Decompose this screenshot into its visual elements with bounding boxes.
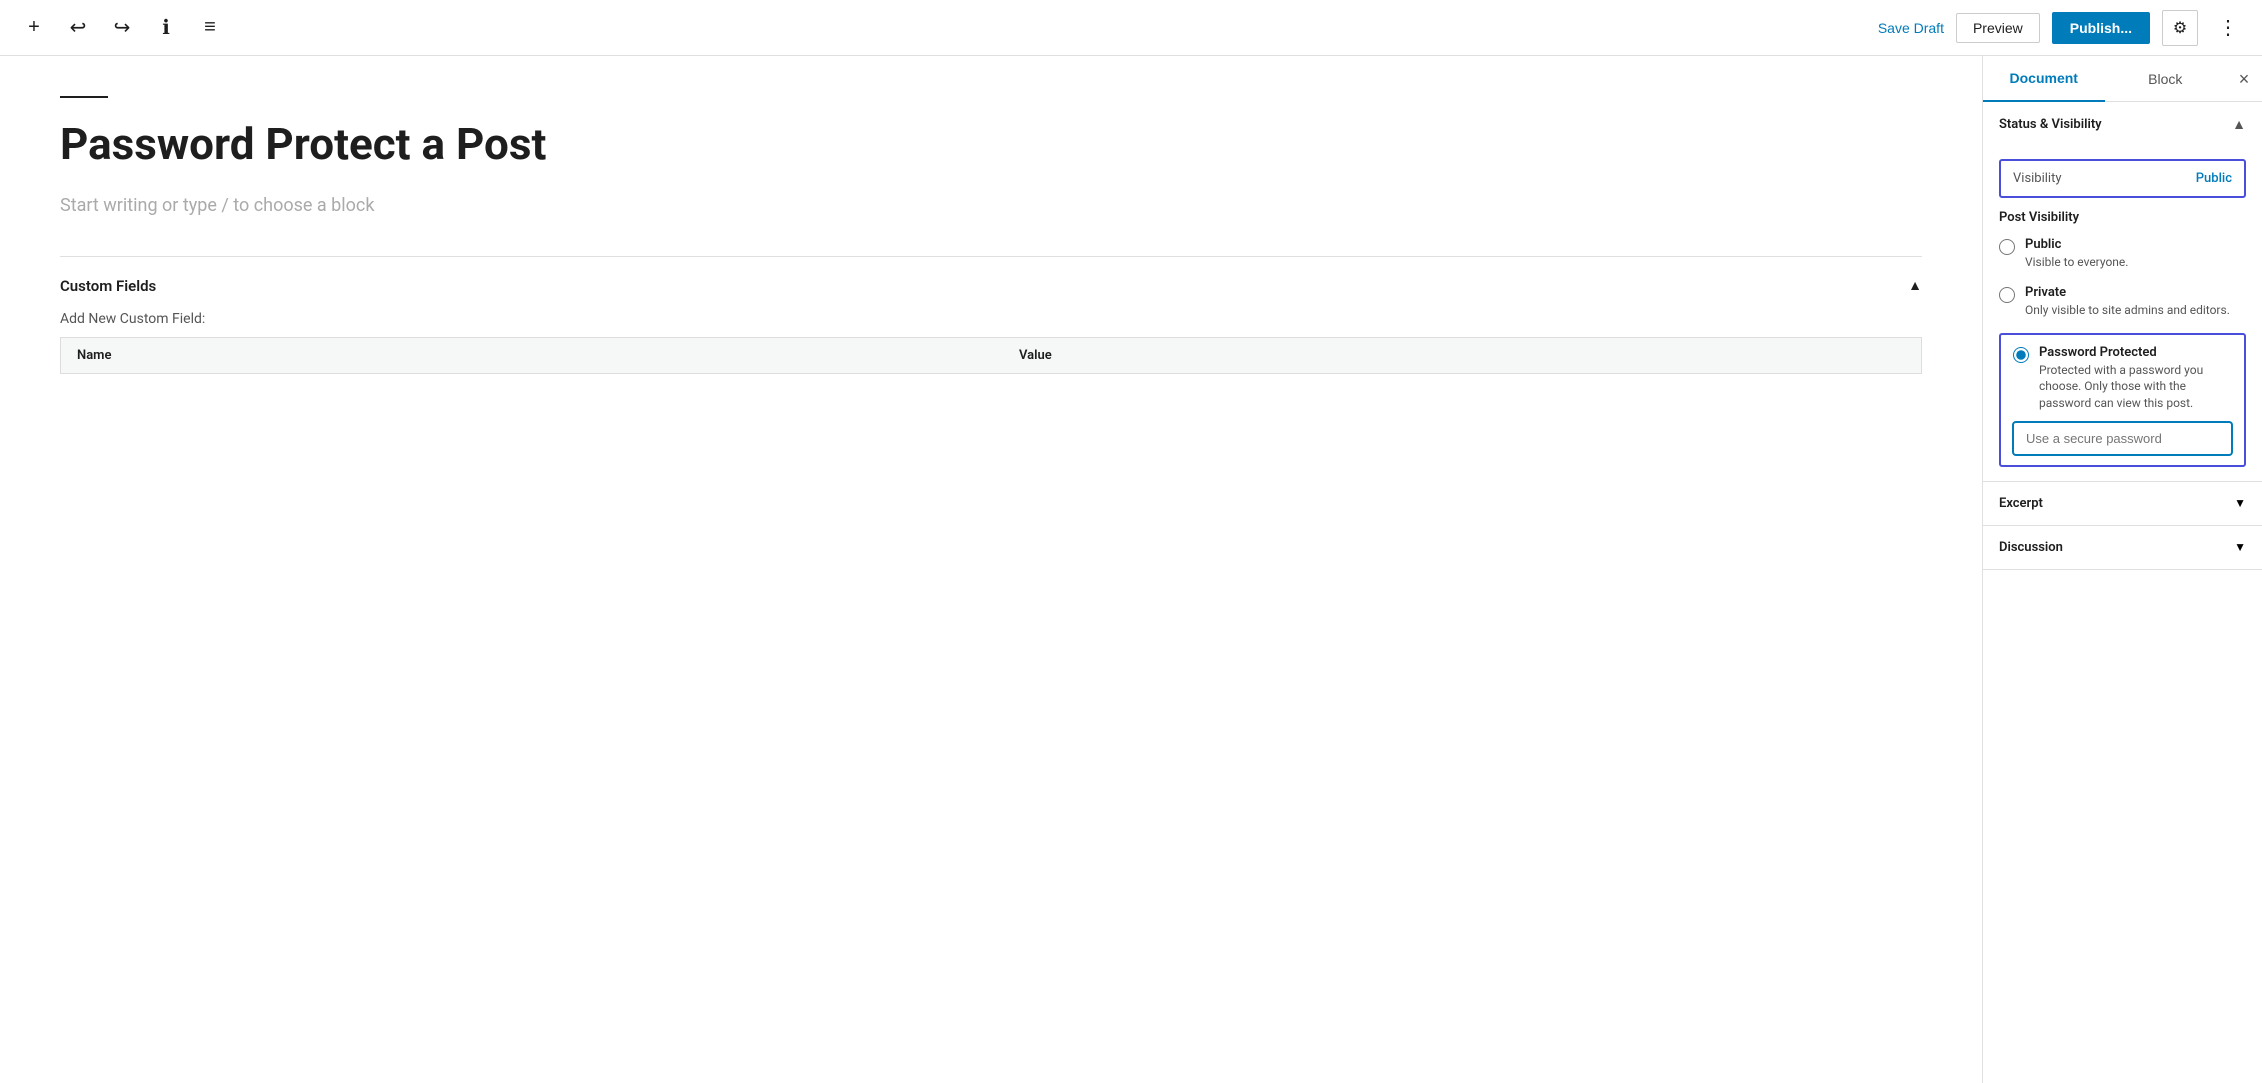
info-button[interactable]: ℹ — [148, 10, 184, 46]
tab-document[interactable]: Document — [1983, 56, 2105, 102]
radio-private[interactable] — [1999, 287, 2015, 303]
custom-fields-header[interactable]: Custom Fields ▲ — [60, 277, 1922, 311]
radio-public-label: Public — [2025, 237, 2128, 252]
excerpt-header[interactable]: Excerpt ▼ — [1983, 482, 2262, 525]
info-icon: ℹ — [162, 15, 170, 40]
post-visibility-title: Post Visibility — [1999, 210, 2246, 225]
undo-icon: ↩ — [70, 15, 87, 40]
password-input[interactable] — [2013, 422, 2232, 455]
redo-button[interactable]: ↪ — [104, 10, 140, 46]
radio-password-label: Password Protected — [2039, 345, 2232, 360]
col-name-header: Name — [61, 337, 1003, 373]
radio-public[interactable] — [1999, 239, 2015, 255]
password-protected-inner: Password Protected Protected with a pass… — [2013, 345, 2232, 412]
toolbar-right: Save Draft Preview Publish... ⚙ ⋮ — [1878, 10, 2246, 46]
undo-button[interactable]: ↩ — [60, 10, 96, 46]
title-divider — [60, 96, 108, 98]
main-layout: Password Protect a Post Start writing or… — [0, 56, 2262, 1083]
more-icon: ⋮ — [2218, 15, 2238, 40]
settings-icon: ⚙ — [2173, 18, 2187, 38]
menu-icon: ≡ — [204, 16, 216, 39]
excerpt-title: Excerpt — [1999, 496, 2043, 511]
radio-option-private: Private Only visible to site admins and … — [1999, 285, 2246, 319]
add-icon: + — [28, 16, 40, 39]
radio-public-content: Public Visible to everyone. — [2025, 237, 2128, 271]
radio-password-desc: Protected with a password you choose. On… — [2039, 362, 2232, 412]
add-block-button[interactable]: + — [16, 10, 52, 46]
password-input-wrapper — [2013, 422, 2232, 455]
custom-fields-toggle-icon: ▲ — [1908, 277, 1922, 294]
editor-area: Password Protect a Post Start writing or… — [0, 56, 1982, 1083]
radio-password-content: Password Protected Protected with a pass… — [2039, 345, 2232, 412]
more-options-button[interactable]: ⋮ — [2210, 10, 2246, 46]
visibility-value: Public — [2196, 171, 2232, 186]
radio-option-password-box: Password Protected Protected with a pass… — [1999, 333, 2246, 467]
visibility-label: Visibility — [2013, 171, 2062, 186]
status-visibility-toggle-icon: ▲ — [2232, 116, 2246, 133]
toolbar: + ↩ ↪ ℹ ≡ Save Draft Preview Publish... … — [0, 0, 2262, 56]
status-visibility-header[interactable]: Status & Visibility ▲ — [1983, 102, 2262, 147]
status-visibility-title: Status & Visibility — [1999, 117, 2102, 132]
editor-placeholder[interactable]: Start writing or type / to choose a bloc… — [60, 195, 1922, 216]
status-visibility-panel: Status & Visibility ▲ Visibility Public … — [1983, 102, 2262, 482]
radio-password[interactable] — [2013, 347, 2029, 363]
radio-private-content: Private Only visible to site admins and … — [2025, 285, 2230, 319]
custom-fields-label: Custom Fields — [60, 277, 156, 295]
tab-block[interactable]: Block — [2105, 56, 2227, 101]
radio-private-label: Private — [2025, 285, 2230, 300]
custom-fields-section: Custom Fields ▲ Add New Custom Field: Na… — [60, 256, 1922, 374]
discussion-toggle-icon: ▼ — [2234, 540, 2246, 554]
sidebar-tabs: Document Block × — [1983, 56, 2262, 102]
toolbar-left: + ↩ ↪ ℹ ≡ — [16, 10, 228, 46]
discussion-panel: Discussion ▼ — [1983, 526, 2262, 570]
block-navigation-button[interactable]: ≡ — [192, 10, 228, 46]
radio-private-desc: Only visible to site admins and editors. — [2025, 302, 2230, 319]
save-draft-button[interactable]: Save Draft — [1878, 20, 1944, 36]
sidebar-close-button[interactable]: × — [2226, 61, 2262, 97]
add-new-custom-field-label: Add New Custom Field: — [60, 311, 1922, 327]
settings-button[interactable]: ⚙ — [2162, 10, 2198, 46]
redo-icon: ↪ — [114, 15, 131, 40]
excerpt-toggle-icon: ▼ — [2234, 496, 2246, 510]
radio-public-desc: Visible to everyone. — [2025, 254, 2128, 271]
visibility-row[interactable]: Visibility Public — [1999, 159, 2246, 198]
publish-button[interactable]: Publish... — [2052, 12, 2150, 44]
preview-button[interactable]: Preview — [1956, 13, 2040, 43]
col-value-header: Value — [1003, 337, 1922, 373]
excerpt-panel: Excerpt ▼ — [1983, 482, 2262, 526]
custom-fields-table: Name Value — [60, 337, 1922, 374]
radio-option-public: Public Visible to everyone. — [1999, 237, 2246, 271]
discussion-header[interactable]: Discussion ▼ — [1983, 526, 2262, 569]
sidebar: Document Block × Status & Visibility ▲ V… — [1982, 56, 2262, 1083]
discussion-title: Discussion — [1999, 540, 2063, 555]
post-visibility-expanded: Post Visibility Public Visible to everyo… — [1983, 198, 2262, 467]
post-title[interactable]: Password Protect a Post — [60, 118, 1922, 171]
